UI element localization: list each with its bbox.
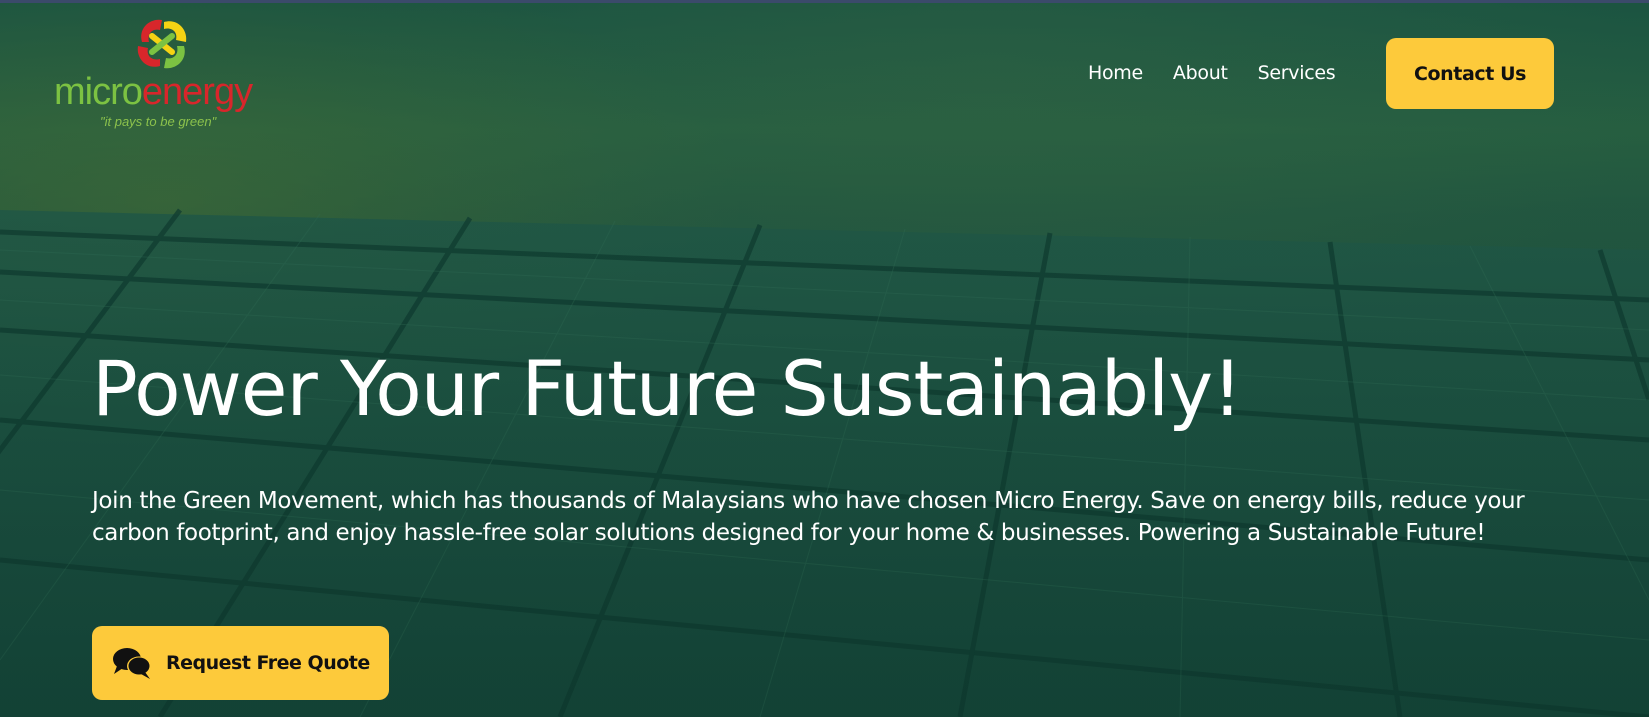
- logo-mark-icon: [137, 19, 187, 69]
- request-free-quote-button[interactable]: Request Free Quote: [92, 626, 389, 700]
- nav-link-about[interactable]: About: [1173, 62, 1228, 84]
- contact-us-button[interactable]: Contact Us: [1386, 38, 1554, 109]
- logo-word-micro: micro: [54, 71, 143, 113]
- brand-logo[interactable]: microenergy "it pays to be green": [54, 14, 284, 134]
- top-border: [0, 0, 1649, 3]
- hero-headline: Power Your Future Sustainably!: [92, 344, 1243, 433]
- nav-link-home[interactable]: Home: [1088, 62, 1143, 84]
- hero-section: microenergy "it pays to be green" Home A…: [0, 0, 1649, 717]
- hero-subtext: Join the Green Movement, which has thous…: [92, 488, 1525, 546]
- nav-link-services[interactable]: Services: [1258, 62, 1336, 84]
- main-nav: Home About Services: [1088, 62, 1365, 84]
- logo-word-energy: energy: [141, 71, 253, 113]
- logo-wordmark: microenergy: [54, 70, 253, 114]
- request-free-quote-label: Request Free Quote: [166, 652, 370, 674]
- logo-tagline: "it pays to be green": [100, 114, 217, 129]
- comments-icon: [113, 648, 151, 679]
